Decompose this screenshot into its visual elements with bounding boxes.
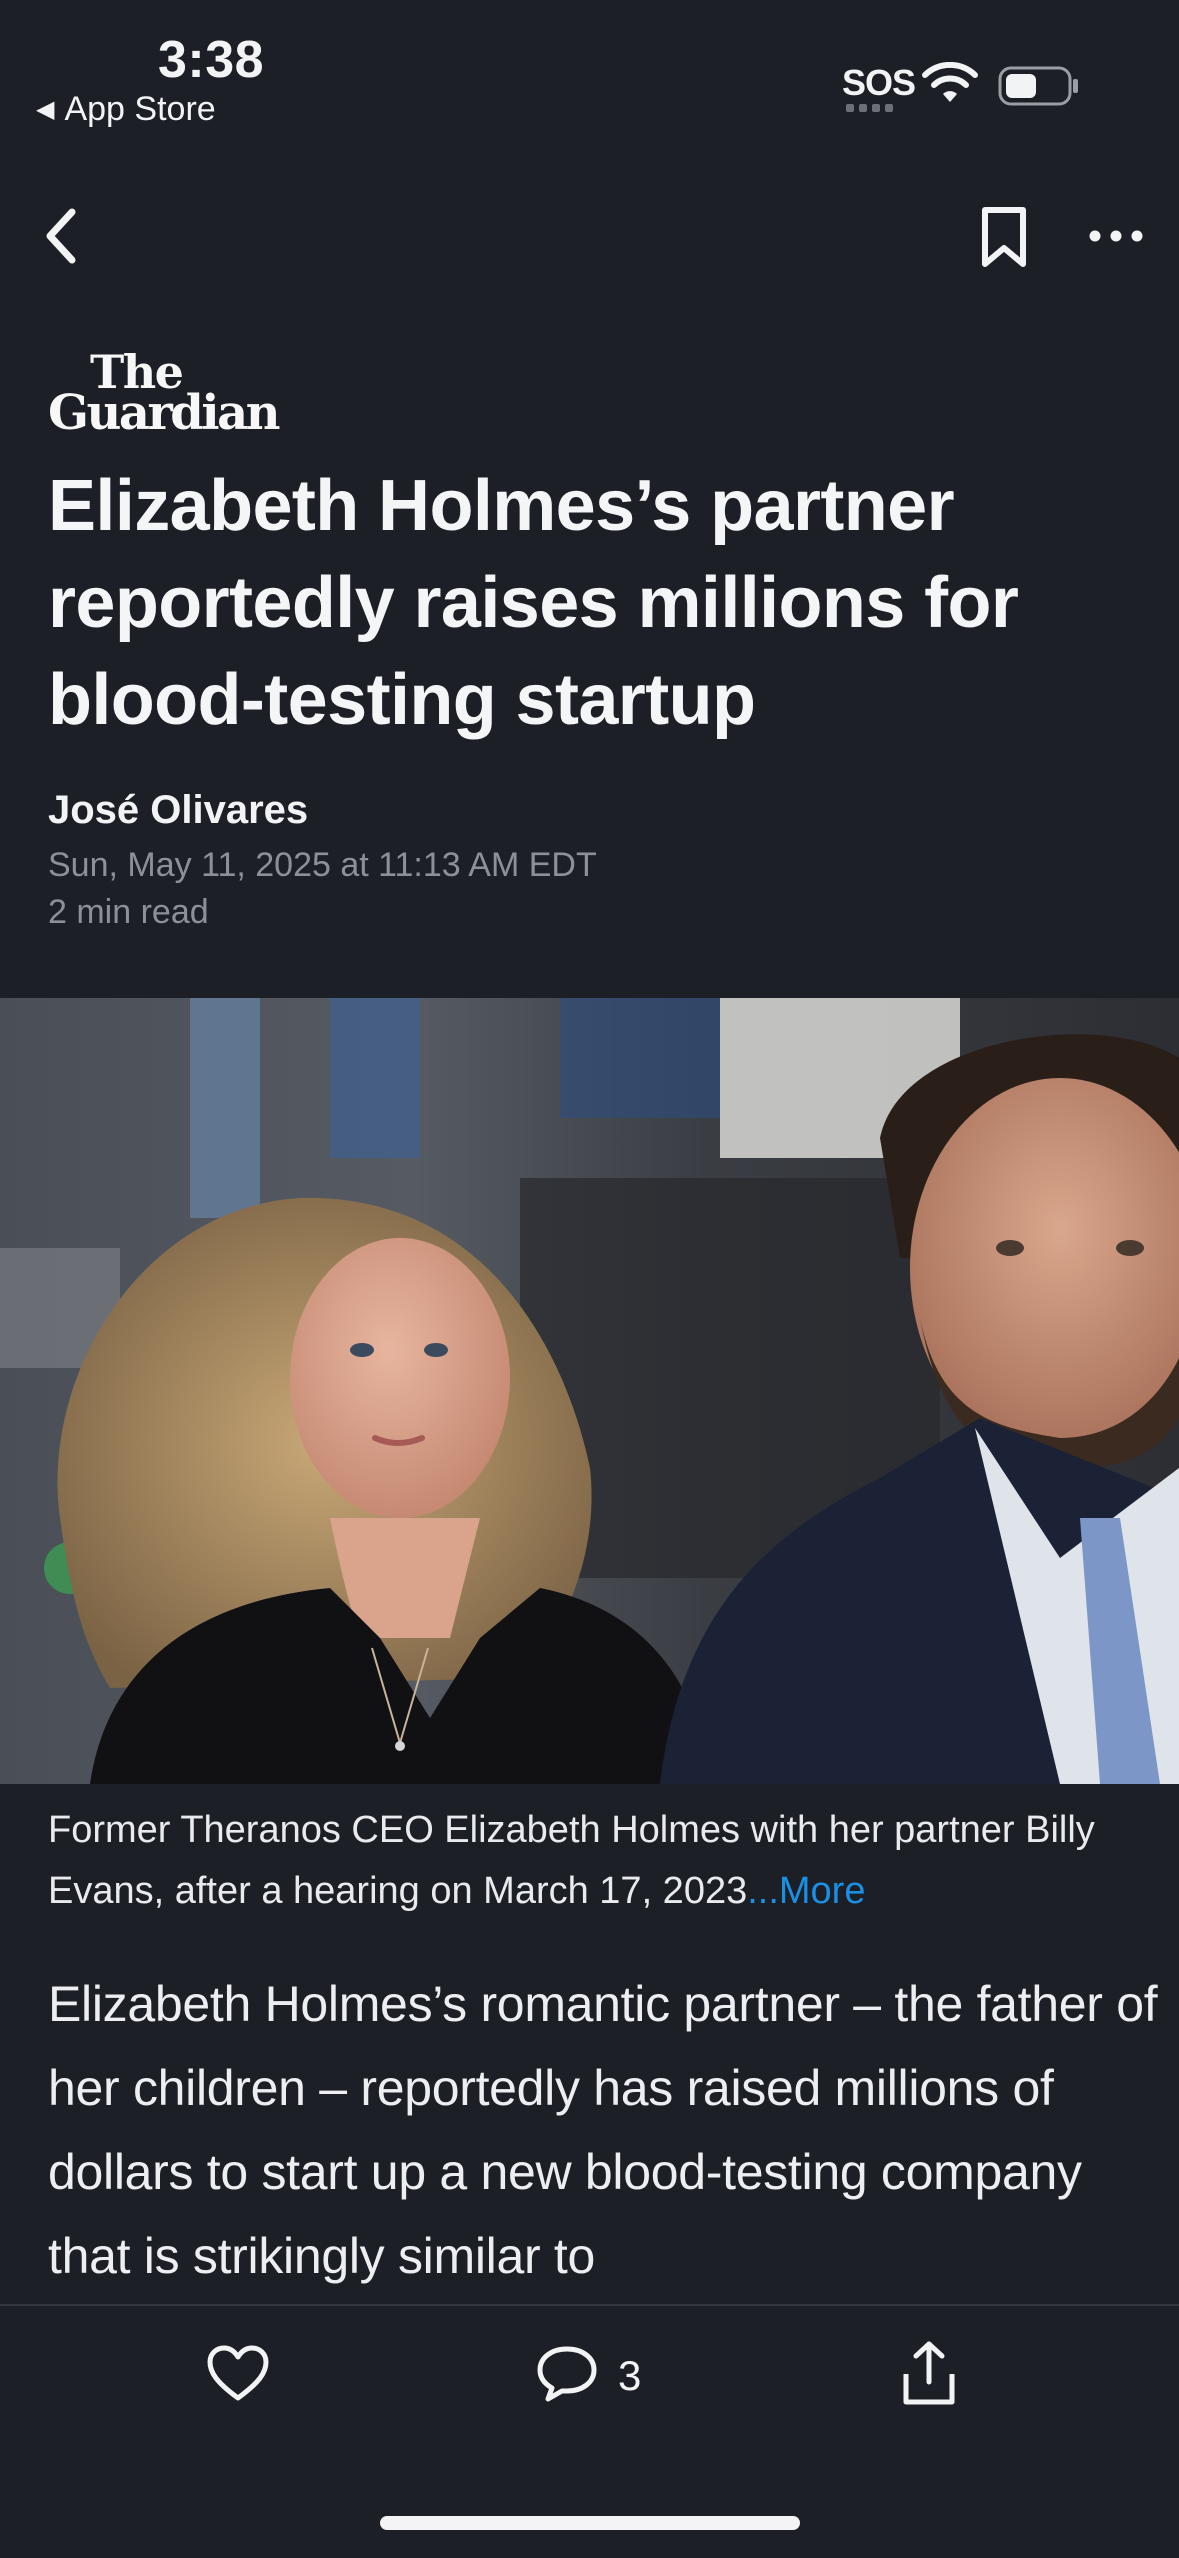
back-app-label: App Store <box>64 90 216 128</box>
article-body: Elizabeth Holmes’s romantic partner – th… <box>48 1976 1158 2284</box>
article-author[interactable]: José Olivares <box>48 788 308 833</box>
article-read-time: 2 min read <box>48 893 209 931</box>
back-icon[interactable] <box>40 206 84 266</box>
sos-indicator: SOS <box>842 62 916 103</box>
back-triangle-icon: ◀ <box>36 96 55 123</box>
heart-icon[interactable] <box>206 2344 270 2404</box>
bookmark-icon[interactable] <box>980 206 1028 268</box>
publisher-logo-line2: Guardian <box>48 385 281 442</box>
wifi-icon <box>922 62 978 102</box>
comment-count[interactable]: 3 <box>618 2352 641 2400</box>
status-time: 3:38 <box>158 31 265 89</box>
home-indicator[interactable] <box>380 2516 800 2530</box>
publisher-logo[interactable]: The Guardian <box>48 349 281 442</box>
photo-caption: Former Theranos CEO Elizabeth Holmes wit… <box>48 1800 1148 1922</box>
signal-dots-icon <box>846 104 893 112</box>
caption-more-link[interactable]: ...More <box>747 1870 865 1912</box>
share-icon[interactable] <box>900 2340 958 2406</box>
status-bar: 3:38 ◀ App Store SOS <box>0 0 1179 150</box>
back-to-app-store-link[interactable]: ◀ App Store <box>36 90 216 129</box>
article-photo[interactable] <box>0 998 1179 1784</box>
more-icon[interactable] <box>1088 226 1144 246</box>
article-date: Sun, May 11, 2025 at 11:13 AM EDT <box>48 846 597 884</box>
battery-icon <box>998 66 1078 106</box>
article-headline: Elizabeth Holmes’s partner reportedly ra… <box>48 466 1019 740</box>
comment-icon[interactable] <box>536 2344 598 2404</box>
photo-caption-text: Former Theranos CEO Elizabeth Holmes wit… <box>48 1809 1095 1912</box>
